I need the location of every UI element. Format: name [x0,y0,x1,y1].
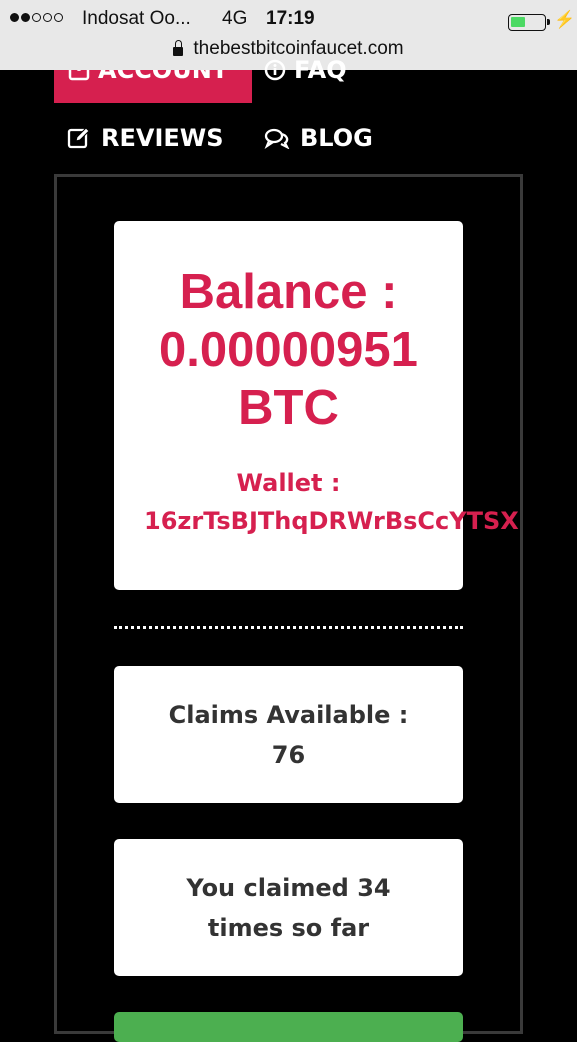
nav-reviews[interactable]: REVIEWS [67,124,224,152]
claimed-line-2: times so far [207,914,370,942]
balance-label: Balance : [179,265,398,319]
battery-icon [508,14,550,31]
wallet-label: Wallet : [236,469,341,497]
nav-faq-label: FAQ [294,56,347,84]
lock-icon [173,40,184,56]
charging-icon: ⚡ [554,10,576,29]
signal-strength-icon [10,13,63,22]
nav-account-label: ACCOUNT [98,70,229,84]
edit-icon [67,127,90,149]
nav-blog[interactable]: BLOG [264,124,373,152]
balance-currency: BTC [238,381,339,435]
claimed-count-text: You claimed 34 times so far [114,868,463,948]
balance-heading: Balance : 0.00000951 BTC [114,263,463,437]
comments-icon [264,128,290,149]
nav-reviews-label: REVIEWS [101,124,224,152]
claim-button[interactable] [114,1012,463,1042]
claims-available-card: Claims Available : 76 [114,666,463,803]
claims-available-count: 76 [271,741,306,769]
carrier-name: Indosat Oo... [82,8,191,29]
clock: 17:19 [266,8,315,29]
nav-faq[interactable]: FAQ [264,56,347,84]
claimed-count-card: You claimed 34 times so far [114,839,463,976]
balance-amount: 0.00000951 [159,323,418,377]
claimed-line-1: You claimed 34 [186,874,391,902]
nav-account[interactable]: ACCOUNT [54,70,252,103]
user-icon [68,70,90,81]
info-icon [264,59,286,81]
wallet-address: 16zrTsBJThqDRWrBsCcYTSX [144,507,519,535]
network-type: 4G [222,8,248,29]
claims-available-text: Claims Available : 76 [114,695,463,775]
dotted-divider [114,626,463,629]
nav-blog-label: BLOG [300,124,373,152]
status-bar: Indosat Oo... 4G 17:19 ⚡ [0,6,577,32]
claims-available-label: Claims Available : [168,701,409,729]
